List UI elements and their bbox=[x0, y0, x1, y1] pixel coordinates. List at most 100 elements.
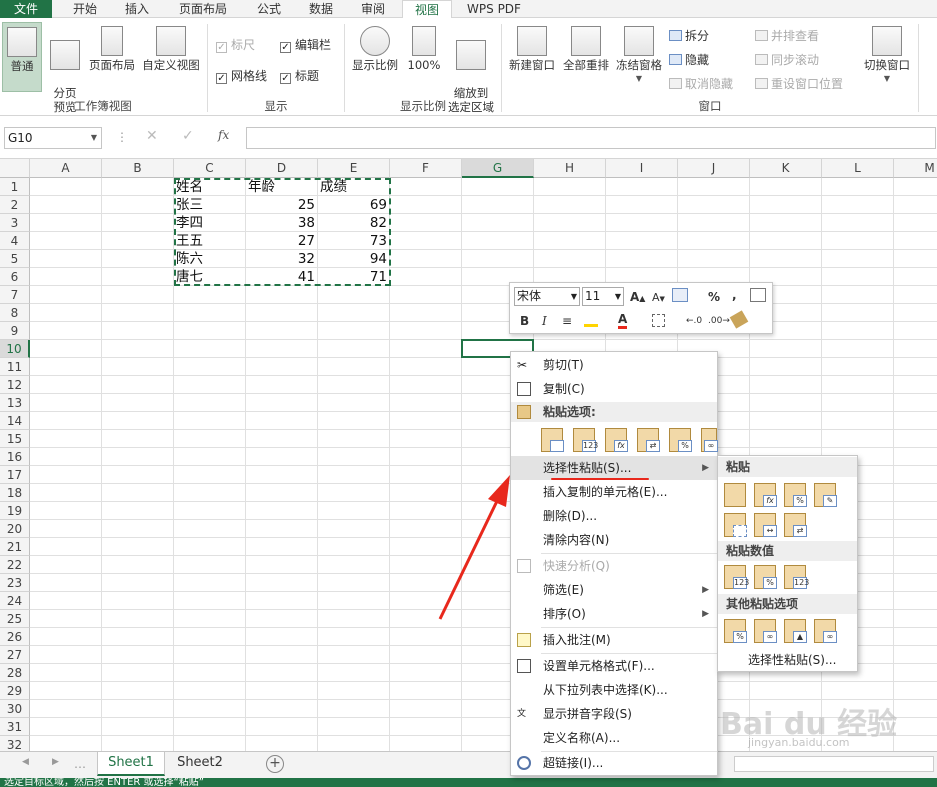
decrease-decimal-icon[interactable]: .00→ bbox=[708, 313, 730, 329]
row-header-16[interactable]: 16 bbox=[0, 448, 30, 466]
paste-icon[interactable] bbox=[541, 428, 564, 452]
row-header-5[interactable]: 5 bbox=[0, 250, 30, 268]
row-header-30[interactable]: 30 bbox=[0, 700, 30, 718]
menu-clear-contents[interactable]: 清除内容(N) bbox=[511, 528, 717, 552]
column-header-d[interactable]: D bbox=[246, 159, 318, 178]
sub-keep-source-format-icon[interactable]: ✎ bbox=[814, 483, 837, 507]
paste-values-icon[interactable]: 123 bbox=[573, 428, 598, 452]
sub-values-number-format-icon[interactable]: % bbox=[754, 565, 777, 589]
sub-paste-special-item[interactable]: 选择性粘贴(S)... bbox=[748, 651, 836, 668]
row-header-24[interactable]: 24 bbox=[0, 592, 30, 610]
comma-style-icon[interactable]: , bbox=[732, 287, 737, 303]
format-painter-icon[interactable] bbox=[729, 310, 749, 329]
add-sheet-icon[interactable]: + bbox=[266, 755, 284, 773]
row-header-7[interactable]: 7 bbox=[0, 286, 30, 304]
row-header-15[interactable]: 15 bbox=[0, 430, 30, 448]
headings-checkbox[interactable]: ✓ 标题 bbox=[280, 67, 319, 84]
row-header-31[interactable]: 31 bbox=[0, 718, 30, 736]
sheet-tab-sheet1[interactable]: Sheet1 bbox=[97, 752, 165, 776]
row-header-29[interactable]: 29 bbox=[0, 682, 30, 700]
borders-icon[interactable] bbox=[652, 314, 665, 327]
row-header-19[interactable]: 19 bbox=[0, 502, 30, 520]
column-header-m[interactable]: M bbox=[894, 159, 937, 178]
fill-color-icon[interactable] bbox=[584, 313, 598, 327]
column-header-c[interactable]: C bbox=[174, 159, 246, 178]
formula-input[interactable] bbox=[246, 127, 936, 149]
sub-picture-icon[interactable]: ▲ bbox=[784, 619, 807, 643]
gridlines-checkbox[interactable]: ✓ 网格线 bbox=[216, 67, 267, 84]
menu-delete[interactable]: 删除(D)... bbox=[511, 504, 717, 528]
menu-define-name[interactable]: 定义名称(A)... bbox=[511, 726, 717, 750]
side-by-side-button[interactable]: 并排查看 bbox=[755, 27, 819, 44]
insert-function-icon[interactable]: fx bbox=[218, 128, 229, 142]
align-center-icon[interactable]: ≡ bbox=[562, 313, 572, 329]
zoom-button[interactable]: 显示比例 bbox=[348, 22, 402, 72]
tab-page-layout[interactable]: 页面布局 bbox=[170, 0, 236, 18]
row-header-32[interactable]: 32 bbox=[0, 736, 30, 751]
sub-paste-icon[interactable] bbox=[724, 483, 746, 507]
menu-insert-copied-cells[interactable]: 插入复制的单元格(E)... bbox=[511, 480, 717, 504]
row-header-26[interactable]: 26 bbox=[0, 628, 30, 646]
row-header-1[interactable]: 1 bbox=[0, 178, 30, 196]
sub-values-icon[interactable]: 123 bbox=[724, 565, 749, 589]
menu-cut[interactable]: ✂ 剪切(T) bbox=[511, 353, 717, 377]
bold-button[interactable]: B bbox=[520, 313, 529, 329]
percent-style-icon[interactable]: % bbox=[708, 289, 720, 305]
scroll-left-icon[interactable]: ◀ bbox=[22, 757, 29, 767]
tab-review[interactable]: 审阅 bbox=[350, 0, 396, 18]
zoom-100-button[interactable]: 100% bbox=[404, 22, 444, 72]
horizontal-scrollbar[interactable] bbox=[734, 756, 934, 772]
column-header-i[interactable]: I bbox=[606, 159, 678, 178]
sub-formatting-icon[interactable]: % bbox=[724, 619, 747, 643]
italic-button[interactable]: I bbox=[542, 313, 547, 329]
font-size-box[interactable]: 11 ▼ bbox=[582, 287, 624, 306]
menu-filter[interactable]: 筛选(E) ▶ bbox=[511, 578, 717, 602]
tab-data[interactable]: 数据 bbox=[298, 0, 344, 18]
unhide-button[interactable]: 取消隐藏 bbox=[669, 75, 733, 92]
sub-linked-picture-icon[interactable]: ∞ bbox=[814, 619, 837, 643]
menu-format-cells[interactable]: 设置单元格格式(F)... bbox=[511, 654, 717, 678]
normal-view-button[interactable]: 普通 bbox=[2, 22, 42, 92]
row-header-3[interactable]: 3 bbox=[0, 214, 30, 232]
row-header-8[interactable]: 8 bbox=[0, 304, 30, 322]
row-header-23[interactable]: 23 bbox=[0, 574, 30, 592]
row-header-9[interactable]: 9 bbox=[0, 322, 30, 340]
tab-wps-pdf[interactable]: WPS PDF bbox=[458, 0, 530, 18]
column-header-l[interactable]: L bbox=[822, 159, 894, 178]
row-header-10[interactable]: 10 bbox=[0, 340, 30, 358]
tab-view[interactable]: 视图 bbox=[402, 0, 452, 19]
row-header-20[interactable]: 20 bbox=[0, 520, 30, 538]
scroll-right-icon[interactable]: ▶ bbox=[52, 757, 59, 767]
sub-no-borders-icon[interactable] bbox=[724, 513, 747, 537]
paste-formatting-icon[interactable]: % bbox=[669, 428, 692, 452]
split-button[interactable]: 拆分 bbox=[669, 27, 709, 44]
menu-insert-comment[interactable]: 插入批注(M) bbox=[511, 628, 717, 652]
paste-link-icon[interactable]: ∞ bbox=[701, 428, 718, 452]
shrink-font-icon[interactable]: A▼ bbox=[652, 290, 665, 307]
sub-transpose-icon[interactable]: ⇄ bbox=[784, 513, 807, 537]
row-header-27[interactable]: 27 bbox=[0, 646, 30, 664]
sub-paste-formulas-icon[interactable]: fx bbox=[754, 483, 777, 507]
menu-hyperlink[interactable]: 超链接(I)... bbox=[511, 751, 717, 775]
paste-transpose-icon[interactable]: ⇄ bbox=[637, 428, 660, 452]
row-header-13[interactable]: 13 bbox=[0, 394, 30, 412]
row-header-11[interactable]: 11 bbox=[0, 358, 30, 376]
custom-views-button[interactable]: 自定义视图 bbox=[139, 22, 203, 72]
row-header-2[interactable]: 2 bbox=[0, 196, 30, 214]
row-header-14[interactable]: 14 bbox=[0, 412, 30, 430]
sub-paste-link-icon[interactable]: ∞ bbox=[754, 619, 777, 643]
cancel-icon[interactable]: ✕ bbox=[146, 128, 158, 144]
menu-sort[interactable]: 排序(O) ▶ bbox=[511, 602, 717, 626]
row-header-28[interactable]: 28 bbox=[0, 664, 30, 682]
menu-pick-from-list[interactable]: 从下拉列表中选择(K)... bbox=[511, 678, 717, 702]
font-color-icon[interactable]: A bbox=[618, 313, 628, 329]
select-all-corner[interactable] bbox=[0, 159, 30, 178]
formula-bar-checkbox[interactable]: ✓ 编辑栏 bbox=[280, 36, 331, 53]
row-header-21[interactable]: 21 bbox=[0, 538, 30, 556]
row-header-12[interactable]: 12 bbox=[0, 376, 30, 394]
more-sheets-icon[interactable]: … bbox=[74, 757, 86, 771]
sheet-tab-sheet2[interactable]: Sheet2 bbox=[166, 752, 234, 776]
column-header-h[interactable]: H bbox=[534, 159, 606, 178]
page-layout-view-button[interactable]: 页面布局 bbox=[86, 22, 138, 72]
column-header-k[interactable]: K bbox=[750, 159, 822, 178]
